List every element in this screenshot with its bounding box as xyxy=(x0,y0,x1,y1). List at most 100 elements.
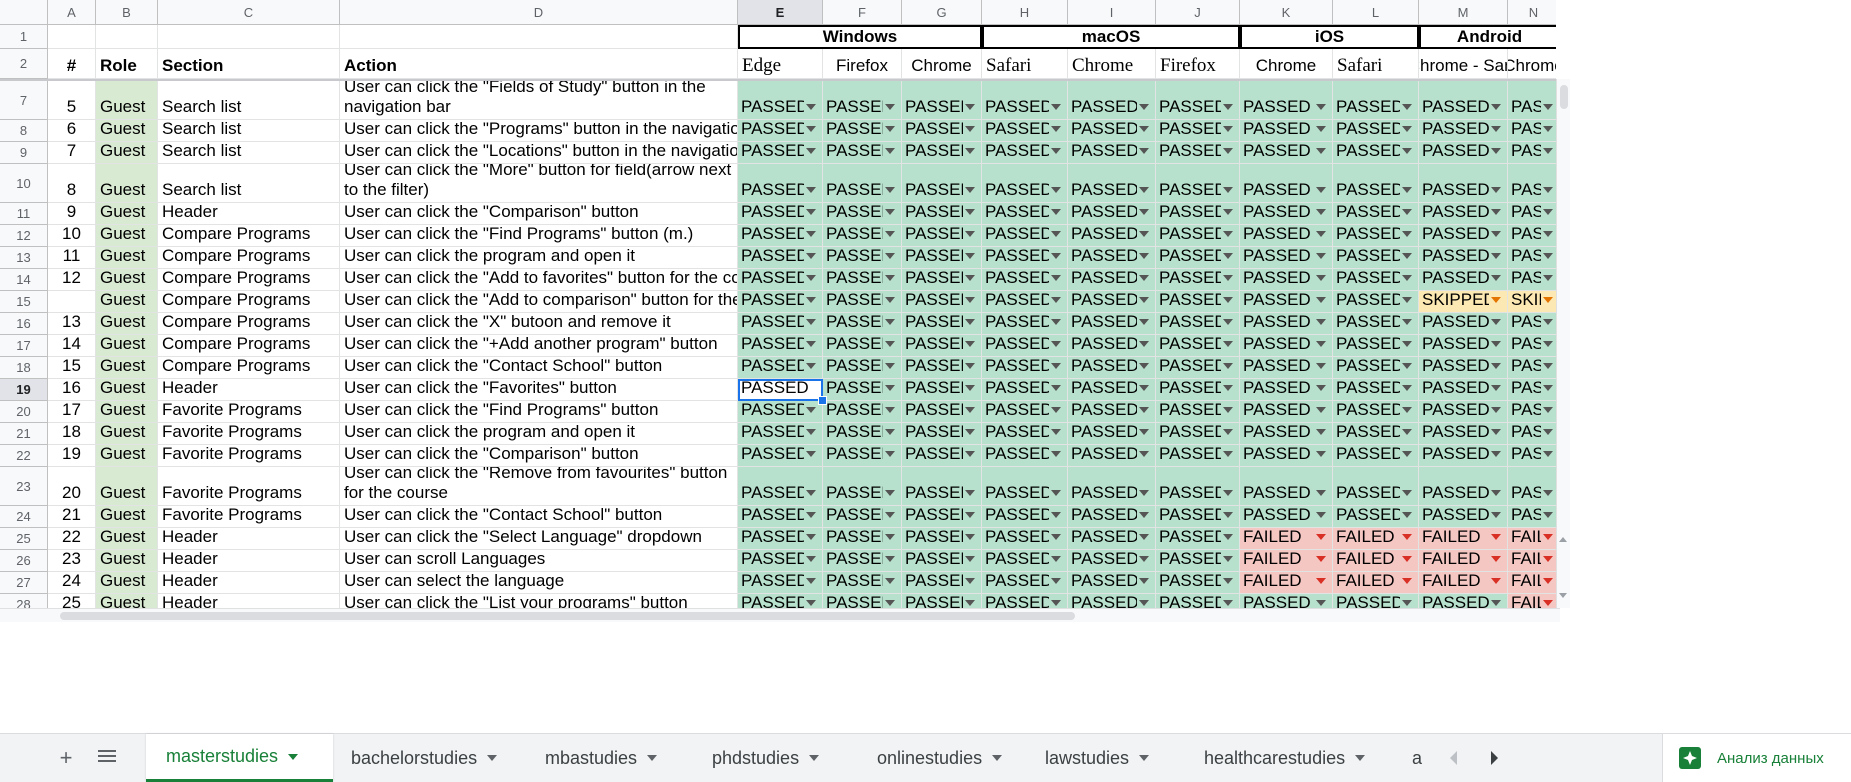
chevron-down-icon[interactable] xyxy=(1491,148,1501,154)
row-header-16[interactable]: 16 xyxy=(0,313,48,335)
chevron-down-icon[interactable] xyxy=(1402,429,1412,435)
header-cell-h[interactable]: Safari xyxy=(982,49,1068,79)
chevron-down-icon[interactable] xyxy=(1402,253,1412,259)
add-sheet-button[interactable]: + xyxy=(54,745,78,770)
chevron-down-icon[interactable] xyxy=(1543,363,1553,369)
row-header-25[interactable]: 25 xyxy=(0,528,48,550)
header-cell-f[interactable]: Firefox xyxy=(823,49,902,79)
column-header-i[interactable]: I xyxy=(1068,0,1156,25)
chevron-down-icon[interactable] xyxy=(885,578,895,584)
chevron-down-icon[interactable] xyxy=(1543,104,1553,110)
status-dropdown-m[interactable]: SKIPPED xyxy=(1419,291,1508,313)
status-dropdown-m[interactable]: PASSED xyxy=(1419,164,1508,203)
status-dropdown-k[interactable]: PASSED xyxy=(1240,506,1333,528)
row-header-28[interactable]: 28 xyxy=(0,594,48,608)
chevron-down-icon[interactable] xyxy=(1223,363,1233,369)
role-cell[interactable]: Guest xyxy=(96,379,158,401)
status-dropdown-m[interactable]: PASSED xyxy=(1419,142,1508,164)
status-dropdown-h[interactable]: PASSED xyxy=(982,528,1068,550)
scroll-down-arrow-icon[interactable] xyxy=(1559,593,1567,598)
row-number-cell[interactable]: 18 xyxy=(48,423,96,445)
status-dropdown-f[interactable]: PASSED xyxy=(823,572,902,594)
action-cell[interactable]: User can click the "List your programs" … xyxy=(340,594,738,608)
role-cell[interactable]: Guest xyxy=(96,225,158,247)
role-cell[interactable]: Guest xyxy=(96,401,158,423)
status-dropdown-h[interactable]: PASSED xyxy=(982,594,1068,608)
status-dropdown-f[interactable]: PASSED xyxy=(823,269,902,291)
chevron-down-icon[interactable] xyxy=(1543,407,1553,413)
chevron-down-icon[interactable] xyxy=(885,556,895,562)
chevron-down-icon[interactable] xyxy=(1316,512,1326,518)
action-cell[interactable]: User can click the "Programs" button in … xyxy=(340,120,738,142)
chevron-down-icon[interactable] xyxy=(1316,187,1326,193)
sheet-tab-lawstudies[interactable]: lawstudies xyxy=(1027,734,1186,782)
chevron-down-icon[interactable] xyxy=(806,319,816,325)
chevron-down-icon[interactable] xyxy=(806,512,816,518)
section-cell[interactable]: Compare Programs xyxy=(158,357,340,379)
chevron-down-icon[interactable] xyxy=(965,578,975,584)
status-dropdown-j[interactable]: PASSED xyxy=(1156,528,1240,550)
chevron-down-icon[interactable] xyxy=(1402,187,1412,193)
status-dropdown-k[interactable]: PASSED xyxy=(1240,357,1333,379)
status-dropdown-l[interactable]: PASSED xyxy=(1333,203,1419,225)
status-dropdown-g[interactable]: PASSED xyxy=(902,467,982,506)
status-dropdown-j[interactable]: PASSED xyxy=(1156,467,1240,506)
chevron-down-icon[interactable] xyxy=(1223,148,1233,154)
chevron-down-icon[interactable] xyxy=(885,297,895,303)
status-dropdown-f[interactable]: PASSED xyxy=(823,291,902,313)
chevron-down-icon[interactable] xyxy=(1491,556,1501,562)
status-dropdown-l[interactable]: PASSED xyxy=(1333,269,1419,291)
selection-fill-handle[interactable] xyxy=(818,396,827,405)
section-cell[interactable]: Search list xyxy=(158,120,340,142)
row-number-cell[interactable]: 24 xyxy=(48,572,96,594)
chevron-down-icon[interactable] xyxy=(992,755,1003,761)
status-dropdown-h[interactable]: PASSED xyxy=(982,550,1068,572)
chevron-down-icon[interactable] xyxy=(1139,451,1149,457)
status-dropdown-n[interactable]: FAILED xyxy=(1508,572,1556,594)
chevron-down-icon[interactable] xyxy=(885,363,895,369)
chevron-down-icon[interactable] xyxy=(806,534,816,540)
chevron-down-icon[interactable] xyxy=(1316,385,1326,391)
scroll-tabs-left-icon[interactable] xyxy=(1450,751,1457,765)
chevron-down-icon[interactable] xyxy=(1491,104,1501,110)
status-dropdown-n[interactable]: PASSED xyxy=(1508,467,1556,506)
chevron-down-icon[interactable] xyxy=(1316,600,1326,606)
chevron-down-icon[interactable] xyxy=(965,319,975,325)
status-dropdown-m[interactable]: PASSED xyxy=(1419,445,1508,467)
row-number-cell[interactable]: 17 xyxy=(48,401,96,423)
status-dropdown-h[interactable]: PASSED xyxy=(982,357,1068,379)
chevron-down-icon[interactable] xyxy=(1543,209,1553,215)
chevron-down-icon[interactable] xyxy=(1543,253,1553,259)
status-dropdown-l[interactable]: PASSED xyxy=(1333,120,1419,142)
platform-group-windows[interactable]: Windows xyxy=(738,25,982,49)
chevron-down-icon[interactable] xyxy=(1543,187,1553,193)
row-header-18[interactable]: 18 xyxy=(0,357,48,379)
action-cell[interactable]: User can click the "More" button for fie… xyxy=(340,164,738,203)
chevron-down-icon[interactable] xyxy=(1051,297,1061,303)
chevron-down-icon[interactable] xyxy=(1139,126,1149,132)
status-dropdown-g[interactable]: PASSED xyxy=(902,203,982,225)
status-dropdown-h[interactable]: PASSED xyxy=(982,313,1068,335)
chevron-down-icon[interactable] xyxy=(1316,319,1326,325)
role-cell[interactable]: Guest xyxy=(96,142,158,164)
row-header-21[interactable]: 21 xyxy=(0,423,48,445)
chevron-down-icon[interactable] xyxy=(1402,451,1412,457)
status-dropdown-h[interactable]: PASSED xyxy=(982,572,1068,594)
status-dropdown-n[interactable]: FAILED xyxy=(1508,594,1556,608)
section-cell[interactable]: Favorite Programs xyxy=(158,506,340,528)
status-dropdown-h[interactable]: PASSED xyxy=(982,445,1068,467)
chevron-down-icon[interactable] xyxy=(806,126,816,132)
status-dropdown-h[interactable]: PASSED xyxy=(982,225,1068,247)
chevron-down-icon[interactable] xyxy=(1223,385,1233,391)
role-cell[interactable]: Guest xyxy=(96,506,158,528)
horizontal-scrollbar-thumb[interactable] xyxy=(60,612,1075,620)
column-header-g[interactable]: G xyxy=(902,0,982,25)
row-header-15[interactable]: 15 xyxy=(0,291,48,313)
chevron-down-icon[interactable] xyxy=(1223,451,1233,457)
column-header-e[interactable]: E xyxy=(738,0,823,25)
sheet-tab-bachelorstudies[interactable]: bachelorstudies xyxy=(333,734,527,782)
row-number-cell[interactable]: 23 xyxy=(48,550,96,572)
chevron-down-icon[interactable] xyxy=(1316,297,1326,303)
chevron-down-icon[interactable] xyxy=(965,297,975,303)
column-header-j[interactable]: J xyxy=(1156,0,1240,25)
